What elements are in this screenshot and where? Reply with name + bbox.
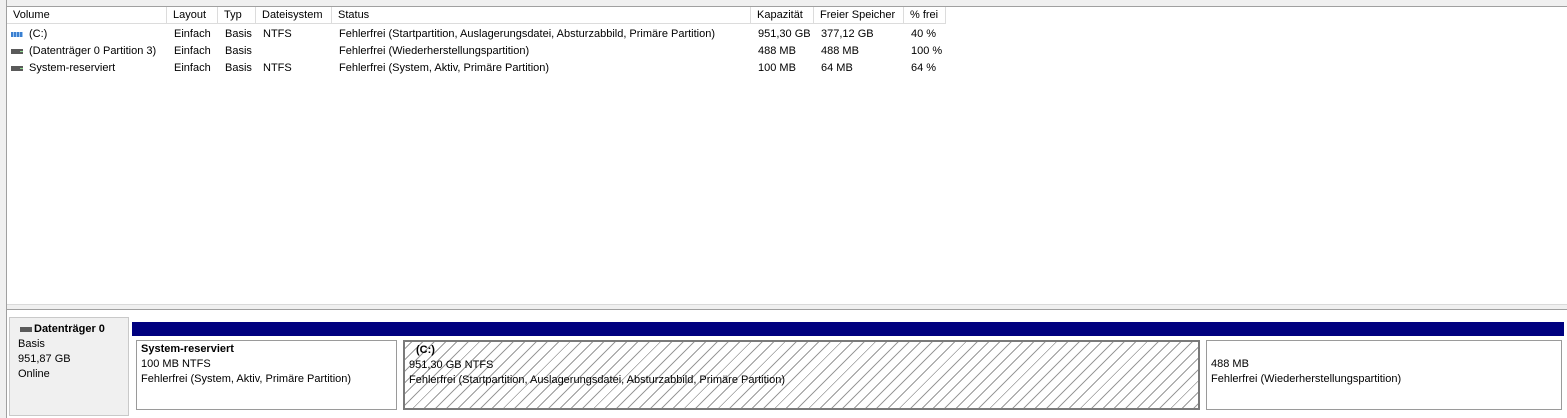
partition-size: 488 MB <box>1211 358 1249 370</box>
cell-volume: (C:) <box>29 28 48 40</box>
column-header-typ[interactable]: Typ <box>218 7 256 24</box>
cell-prozent-frei: 40 % <box>911 28 937 40</box>
partition-body[interactable]: System-reserviert 100 MB NTFS Fehlerfrei… <box>136 340 397 410</box>
partition-body[interactable]: 488 MB Fehlerfrei (Wiederherstellungspar… <box>1206 340 1562 410</box>
disk-type: Basis <box>18 338 45 350</box>
column-header-layout[interactable]: Layout <box>167 7 218 24</box>
partition-name: (C:) <box>416 344 435 356</box>
cell-layout: Einfach <box>174 62 211 74</box>
table-row[interactable]: (Datenträger 0 Partition 3) Einfach Basi… <box>7 43 947 60</box>
partition-bar <box>1202 322 1564 336</box>
partition-system-reserviert[interactable]: System-reserviert 100 MB NTFS Fehlerfrei… <box>132 322 399 410</box>
cell-prozent-frei: 64 % <box>911 62 937 74</box>
partition-c[interactable]: (C:) 951,30 GB NTFS Fehlerfrei (Startpar… <box>399 322 1202 410</box>
disk-icon <box>20 327 32 332</box>
table-row[interactable]: (C:) Einfach Basis NTFS Fehlerfrei (Star… <box>7 26 947 43</box>
cell-dateisystem: NTFS <box>263 28 292 40</box>
disk-label[interactable]: Datenträger 0 Basis 951,87 GB Online <box>9 317 129 416</box>
volume-list[interactable]: Volume Layout Typ Dateisystem Status Kap… <box>7 6 1567 305</box>
table-row[interactable]: System-reserviert Einfach Basis NTFS Feh… <box>7 60 947 77</box>
partition-body[interactable]: (C:) 951,30 GB NTFS Fehlerfrei (Startpar… <box>403 340 1200 410</box>
cell-kapazitaet: 100 MB <box>758 62 796 74</box>
cell-volume: (Datenträger 0 Partition 3) <box>29 45 157 57</box>
cell-status: Fehlerfrei (Startpartition, Auslagerungs… <box>339 28 716 40</box>
volume-list-header: Volume Layout Typ Dateisystem Status Kap… <box>7 7 947 25</box>
partition-bar <box>399 322 1202 336</box>
cell-status: Fehlerfrei (System, Aktiv, Primäre Parti… <box>339 62 550 74</box>
cell-kapazitaet: 488 MB <box>758 45 796 57</box>
column-header-freier-speicher[interactable]: Freier Speicher <box>814 7 904 24</box>
cell-freier-speicher: 377,12 GB <box>821 28 874 40</box>
cell-status: Fehlerfrei (Wiederherstellungspartition) <box>339 45 530 57</box>
partition-wiederherstellung[interactable]: 488 MB Fehlerfrei (Wiederherstellungspar… <box>1202 322 1564 410</box>
column-header-dateisystem[interactable]: Dateisystem <box>256 7 332 24</box>
cell-typ: Basis <box>225 62 252 74</box>
partition-name <box>1211 342 1561 357</box>
disk-name: Datenträger 0 <box>34 323 105 335</box>
partition-status: Fehlerfrei (Wiederherstellungspartition) <box>1211 373 1402 385</box>
disk-size: 951,87 GB <box>18 353 71 365</box>
cell-typ: Basis <box>225 45 252 57</box>
partition-name: System-reserviert <box>141 343 234 355</box>
cell-prozent-frei: 100 % <box>911 45 943 57</box>
disk-state: Online <box>18 368 50 380</box>
disk-graphical-view: Datenträger 0 Basis 951,87 GB Online Sys… <box>7 310 1567 418</box>
column-header-status[interactable]: Status <box>332 7 751 24</box>
cell-freier-speicher: 64 MB <box>821 62 853 74</box>
cell-volume: System-reserviert <box>29 62 116 74</box>
column-header-kapazitaet[interactable]: Kapazität <box>751 7 814 24</box>
column-header-prozent-frei[interactable]: % frei <box>904 7 946 24</box>
partition-bar <box>132 322 399 336</box>
cell-kapazitaet: 951,30 GB <box>758 28 811 40</box>
cell-freier-speicher: 488 MB <box>821 45 859 57</box>
cell-layout: Einfach <box>174 45 211 57</box>
disk-title: Datenträger 0 <box>18 322 128 337</box>
partition-size: 951,30 GB NTFS <box>409 359 494 371</box>
cell-layout: Einfach <box>174 28 211 40</box>
partition-status: Fehlerfrei (Startpartition, Auslagerungs… <box>409 374 786 386</box>
drive-icon <box>11 65 24 72</box>
left-window-edge <box>0 0 7 418</box>
drive-icon <box>11 48 24 55</box>
cell-typ: Basis <box>225 28 252 40</box>
drive-icon <box>11 31 24 38</box>
column-header-volume[interactable]: Volume <box>7 7 167 24</box>
cell-dateisystem: NTFS <box>263 62 292 74</box>
partition-size: 100 MB NTFS <box>141 358 211 370</box>
partition-status: Fehlerfrei (System, Aktiv, Primäre Parti… <box>141 373 352 385</box>
